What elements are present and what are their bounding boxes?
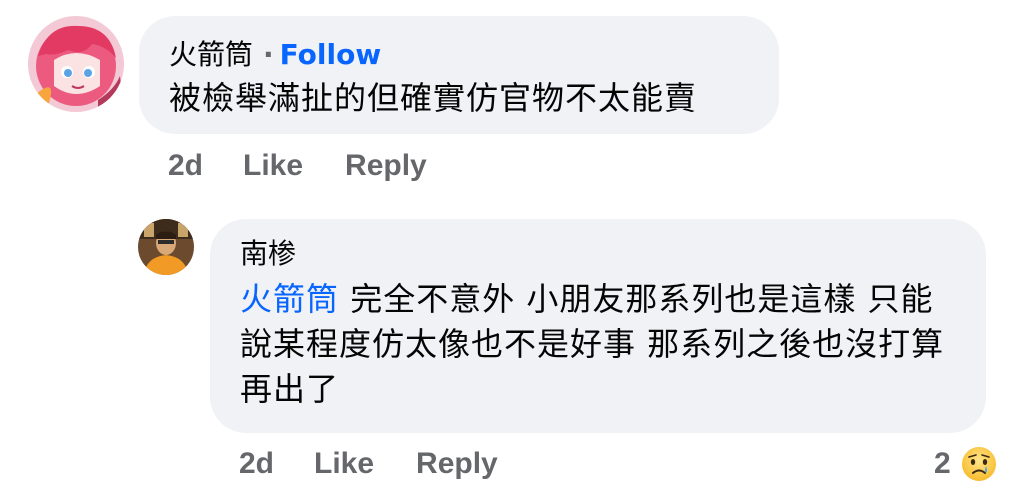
- commenter-avatar[interactable]: [28, 16, 124, 112]
- reaction-summary[interactable]: 2: [934, 440, 999, 488]
- reply-author-line: 南椮: [240, 237, 956, 271]
- reply-like-button[interactable]: Like: [314, 447, 374, 481]
- reply-button[interactable]: Reply: [345, 149, 427, 183]
- follow-button[interactable]: Follow: [280, 38, 382, 71]
- mention-link[interactable]: 火箭筒: [240, 280, 339, 318]
- comment-actions: 2d Like Reply: [168, 146, 427, 186]
- reply-body-text: 完全不意外 小朋友那系列也是這樣 只能說某程度仿太像也不是好事 那系列之後也沒打…: [240, 280, 945, 408]
- reply-bubble: 南椮 火箭筒 完全不意外 小朋友那系列也是這樣 只能說某程度仿太像也不是好事 那…: [210, 219, 986, 433]
- reply-author-name[interactable]: 南椮: [240, 237, 296, 270]
- comment-text: 被檢舉滿扯的但確實仿官物不太能賣: [169, 79, 698, 117]
- reply-timestamp[interactable]: 2d: [239, 447, 274, 481]
- comment-bubble: 火箭筒 · Follow 被檢舉滿扯的但確實仿官物不太能賣: [139, 16, 779, 134]
- reply-text: 火箭筒 完全不意外 小朋友那系列也是這樣 只能說某程度仿太像也不是好事 那系列之…: [240, 277, 956, 412]
- reply-reply-button[interactable]: Reply: [416, 447, 498, 481]
- person-photo-avatar-icon: [138, 219, 194, 275]
- anime-girl-avatar-icon: [28, 16, 124, 112]
- sad-reaction-icon: [959, 445, 998, 483]
- reaction-count: 2: [934, 447, 951, 480]
- like-button[interactable]: Like: [243, 149, 303, 183]
- reply-avatar[interactable]: [138, 219, 194, 275]
- author-line: 火箭筒 · Follow: [169, 38, 749, 72]
- comment-timestamp[interactable]: 2d: [168, 149, 203, 183]
- reply-actions: 2d Like Reply: [239, 444, 498, 484]
- separator-dot: ·: [263, 38, 274, 71]
- author-name[interactable]: 火箭筒: [169, 38, 253, 71]
